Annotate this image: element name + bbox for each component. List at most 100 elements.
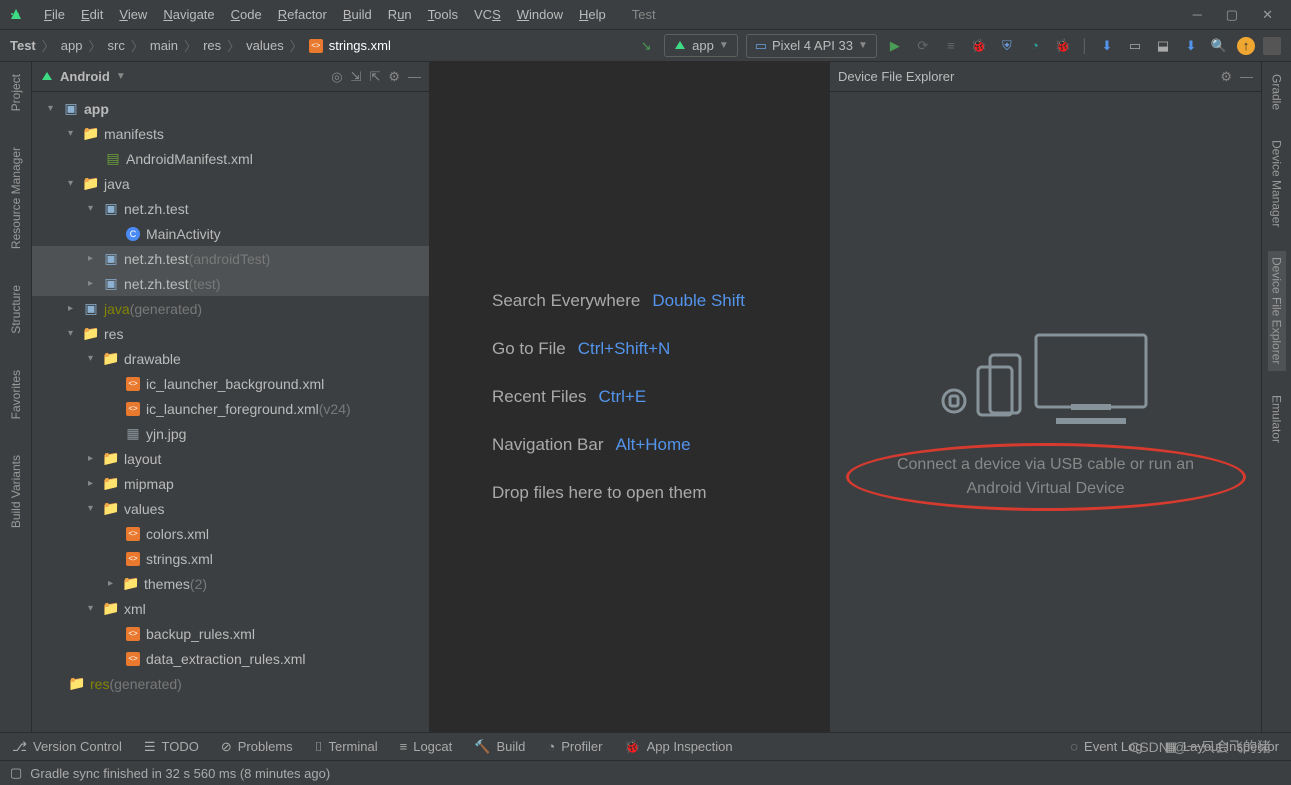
profile-icon[interactable]: ◔ — [1025, 36, 1045, 56]
bc-main[interactable]: main — [150, 38, 178, 53]
bottom-app-inspection[interactable]: 🐞App Inspection — [624, 739, 732, 755]
search-icon[interactable]: 🔍 — [1209, 36, 1229, 56]
tree-pkg-androidtest[interactable]: ▸▣net.zh.test (androidTest) — [32, 246, 429, 271]
debug-icon[interactable]: 🐞 — [969, 36, 989, 56]
sidebar-emulator[interactable]: Emulator — [1268, 389, 1286, 449]
bottom-todo[interactable]: ☰TODO — [144, 739, 199, 755]
android-studio-logo — [8, 6, 26, 24]
right-tool-strip: Gradle Device Manager Device File Explor… — [1261, 62, 1291, 732]
watermark: CSDN @一只会飞的猪 — [1129, 737, 1271, 757]
settings-icon[interactable]: ⚙ — [388, 69, 400, 85]
tree-java-gen[interactable]: ▸▣java (generated) — [32, 296, 429, 321]
bottom-terminal[interactable]: ⌷Terminal — [315, 739, 378, 755]
device-icon[interactable]: ⬇ — [1181, 36, 1201, 56]
target-icon[interactable]: ◎ — [331, 69, 342, 85]
tree-values[interactable]: ▾📁values — [32, 496, 429, 521]
breadcrumb[interactable]: Test〉 app〉 src〉 main〉 res〉 values〉 <> st… — [10, 36, 391, 55]
menu-refactor[interactable]: Refactor — [270, 3, 335, 26]
tree-mipmap[interactable]: ▸📁mipmap — [32, 471, 429, 496]
attach-debugger-icon[interactable]: 🐞 — [1053, 36, 1073, 56]
sidebar-device-file-explorer[interactable]: Device File Explorer — [1268, 251, 1286, 370]
tree-backup[interactable]: <>backup_rules.xml — [32, 621, 429, 646]
sync-icon[interactable]: ↘ — [636, 36, 656, 56]
status-icon[interactable]: ▢ — [10, 765, 22, 781]
menu-build[interactable]: Build — [335, 3, 380, 26]
avd-icon[interactable]: ▭ — [1125, 36, 1145, 56]
sidebar-device-manager[interactable]: Device Manager — [1268, 134, 1286, 233]
device-selector[interactable]: ▭ Pixel 4 API 33 ▼ — [746, 34, 877, 58]
menu-vcs[interactable]: VCS — [466, 3, 509, 26]
bottom-problems[interactable]: ⊘Problems — [221, 739, 293, 755]
menu-run[interactable]: Run — [380, 3, 420, 26]
tree-res[interactable]: ▾📁res — [32, 321, 429, 346]
tree-res-gen[interactable]: 📁res (generated) — [32, 671, 429, 696]
project-panel-title: Android — [60, 69, 110, 84]
tree-layout[interactable]: ▸📁layout — [32, 446, 429, 471]
apply-code-icon[interactable]: ≡ — [941, 36, 961, 56]
close-icon[interactable]: ✕ — [1262, 7, 1273, 23]
menu-view[interactable]: View — [111, 3, 155, 26]
user-icon[interactable] — [1263, 37, 1281, 55]
menu-tools[interactable]: Tools — [420, 3, 466, 26]
gear-icon[interactable]: ⚙ — [1220, 69, 1232, 85]
sidebar-gradle[interactable]: Gradle — [1268, 68, 1286, 116]
toolbar: Test〉 app〉 src〉 main〉 res〉 values〉 <> st… — [0, 30, 1291, 62]
tree-main-activity[interactable]: CMainActivity — [32, 221, 429, 246]
git-pull-icon[interactable]: ⬇ — [1097, 36, 1117, 56]
sidebar-favorites[interactable]: Favorites — [7, 364, 25, 425]
bottom-profiler[interactable]: ◔Profiler — [547, 739, 602, 754]
hide-icon[interactable]: — — [1240, 69, 1253, 85]
menu-file[interactable]: File — [36, 3, 73, 26]
tree-pkg-test[interactable]: ▸▣net.zh.test (test) — [32, 271, 429, 296]
module-selector[interactable]: app ▼ — [664, 34, 738, 57]
status-message: Gradle sync finished in 32 s 560 ms (8 m… — [30, 766, 330, 781]
sidebar-structure[interactable]: Structure — [7, 279, 25, 340]
menubar: File Edit View Navigate Code Refactor Bu… — [0, 0, 1291, 30]
tree-ic-bg[interactable]: <>ic_launcher_background.xml — [32, 371, 429, 396]
menu-window[interactable]: Window — [509, 3, 571, 26]
bottom-vc[interactable]: ⎇Version Control — [12, 739, 122, 755]
collapse-icon[interactable]: ⇱ — [369, 69, 380, 85]
tree-data-ext[interactable]: <>data_extraction_rules.xml — [32, 646, 429, 671]
menu-navigate[interactable]: Navigate — [155, 3, 222, 26]
tree-drawable[interactable]: ▾📁drawable — [32, 346, 429, 371]
tree-manifest-file[interactable]: ▤AndroidManifest.xml — [32, 146, 429, 171]
tree-yjn[interactable]: ▦yjn.jpg — [32, 421, 429, 446]
tree-manifests[interactable]: ▾📁manifests — [32, 121, 429, 146]
view-mode-arrow[interactable]: ▼ — [116, 71, 126, 82]
bc-file[interactable]: strings.xml — [329, 38, 391, 53]
run-icon[interactable]: ▶ — [885, 36, 905, 56]
sync-status-icon[interactable]: ↑ — [1237, 37, 1255, 55]
bc-root[interactable]: Test — [10, 38, 36, 53]
sidebar-resource-manager[interactable]: Resource Manager — [7, 141, 25, 255]
bc-res[interactable]: res — [203, 38, 221, 53]
minimize-icon[interactable]: ─ — [1193, 7, 1202, 23]
tree-xml[interactable]: ▾📁xml — [32, 596, 429, 621]
statusbar: ▢ Gradle sync finished in 32 s 560 ms (8… — [0, 760, 1291, 785]
menu-edit[interactable]: Edit — [73, 3, 111, 26]
sidebar-build-variants[interactable]: Build Variants — [7, 449, 25, 534]
tree-app[interactable]: ▾▣app — [32, 96, 429, 121]
tree-themes[interactable]: ▸📁themes (2) — [32, 571, 429, 596]
device-explorer-header: Device File Explorer ⚙ — — [830, 62, 1261, 92]
sdk-icon[interactable]: ⬓ — [1153, 36, 1173, 56]
tree-java[interactable]: ▾📁java — [32, 171, 429, 196]
coverage-icon[interactable]: ⛨ — [997, 36, 1017, 56]
bottom-logcat[interactable]: ≡Logcat — [400, 739, 453, 754]
menu-code[interactable]: Code — [223, 3, 270, 26]
bc-values[interactable]: values — [246, 38, 284, 53]
maximize-icon[interactable]: ▢ — [1226, 7, 1238, 23]
bc-app[interactable]: app — [61, 38, 83, 53]
expand-icon[interactable]: ⇲ — [351, 69, 362, 85]
sidebar-project[interactable]: Project — [7, 68, 25, 117]
menu-help[interactable]: Help — [571, 3, 614, 26]
tree-ic-fg[interactable]: <>ic_launcher_foreground.xml (v24) — [32, 396, 429, 421]
left-tool-strip: Project Resource Manager Structure Favor… — [0, 62, 32, 732]
apply-changes-icon[interactable]: ⟳ — [913, 36, 933, 56]
tree-colors[interactable]: <>colors.xml — [32, 521, 429, 546]
bc-src[interactable]: src — [108, 38, 125, 53]
bottom-build[interactable]: 🔨Build — [474, 739, 525, 755]
hide-icon[interactable]: — — [408, 69, 421, 85]
tree-strings[interactable]: <>strings.xml — [32, 546, 429, 571]
tree-pkg-main[interactable]: ▾▣net.zh.test — [32, 196, 429, 221]
